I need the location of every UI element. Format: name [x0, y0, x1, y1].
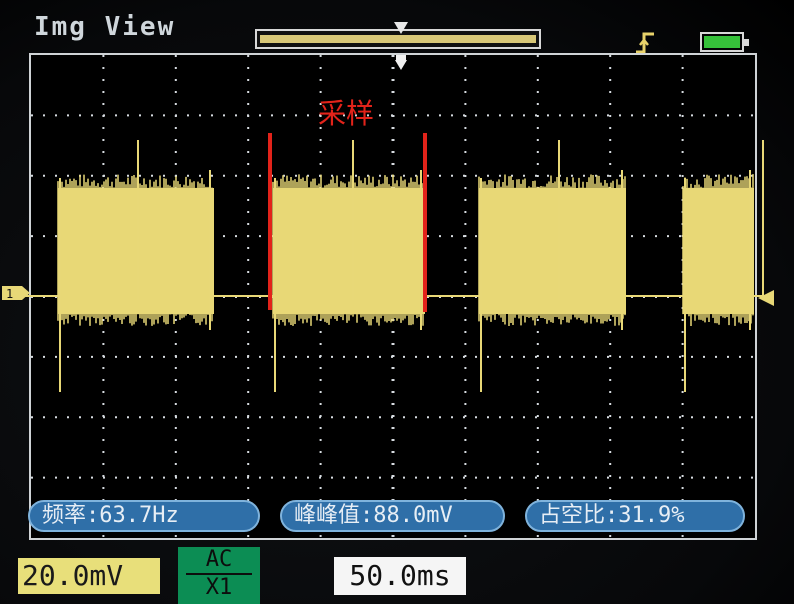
coupling-selector[interactable]: AC X1 [178, 547, 260, 604]
duty-cycle-readout: 占空比:31.9% [525, 500, 745, 532]
channel-1-marker-icon[interactable]: 1 [2, 286, 30, 301]
center-cursor-icon [395, 55, 407, 70]
time-per-div-setting[interactable]: 50.0ms [334, 557, 466, 595]
probe-attenuation: X1 [205, 575, 233, 600]
volts-per-div-setting[interactable]: 20.0mV [18, 558, 160, 594]
oscilloscope-device: Img View 1 采样 频率:63.7Hz 峰峰值:88.0mV 占空比:3… [0, 0, 794, 604]
waveform-trace [24, 140, 770, 392]
frequency-readout: 频率:63.7Hz [28, 500, 260, 532]
trigger-level-arrow-icon[interactable] [758, 290, 774, 306]
coupling-mode: AC [205, 547, 233, 572]
channel-1-label: 1 [6, 287, 13, 301]
sampling-annotation: 采样 [318, 97, 375, 130]
peak-to-peak-readout: 峰峰值:88.0mV [280, 500, 505, 532]
